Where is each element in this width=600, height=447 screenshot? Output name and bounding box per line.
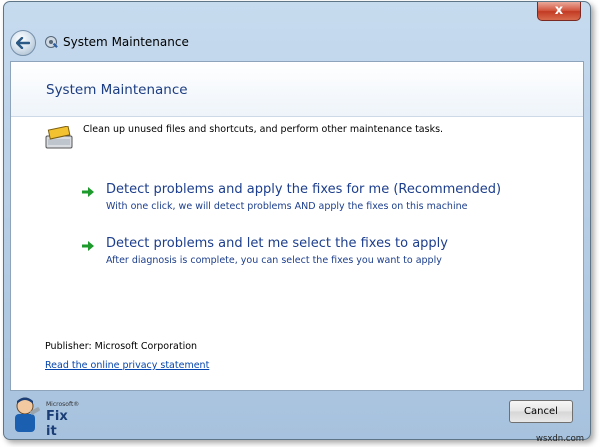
- dialog-window: x System Maintenance System Maintenance …: [3, 1, 591, 440]
- option-sublabel: After diagnosis is complete, you can sel…: [106, 255, 442, 266]
- watermark-text: wsxdn.com: [536, 434, 585, 444]
- maintenance-icon: [45, 126, 73, 149]
- window-title: System Maintenance: [63, 35, 189, 49]
- troubleshooter-icon: [45, 36, 58, 48]
- header-band: System Maintenance: [11, 62, 583, 117]
- fixit-logo: Microsoft® Fix it: [10, 395, 82, 439]
- publisher-text: Publisher: Microsoft Corporation: [45, 341, 198, 352]
- page-title: System Maintenance: [46, 82, 188, 98]
- content-panel: System Maintenance Clean up unused files…: [10, 61, 584, 391]
- back-button[interactable]: [10, 30, 36, 56]
- option-label: Detect problems and let me select the fi…: [106, 236, 448, 251]
- privacy-statement-link[interactable]: Read the online privacy statement: [45, 360, 209, 371]
- description-text: Clean up unused files and shortcuts, and…: [83, 124, 444, 135]
- back-arrow-icon: [16, 37, 30, 49]
- option-sublabel: With one click, we will detect problems …: [106, 201, 468, 212]
- green-arrow-icon: [82, 187, 94, 197]
- option-label: Detect problems and apply the fixes for …: [106, 182, 502, 197]
- green-arrow-icon: [82, 241, 94, 251]
- footer: Microsoft® Fix it Cancel: [4, 390, 590, 439]
- close-button[interactable]: x: [537, 2, 581, 21]
- fixit-brand-small: Microsoft®: [46, 401, 80, 408]
- fixit-mascot-icon: [15, 397, 40, 432]
- fixit-brand-big: Fix it: [46, 409, 68, 439]
- cancel-button[interactable]: Cancel: [509, 400, 573, 423]
